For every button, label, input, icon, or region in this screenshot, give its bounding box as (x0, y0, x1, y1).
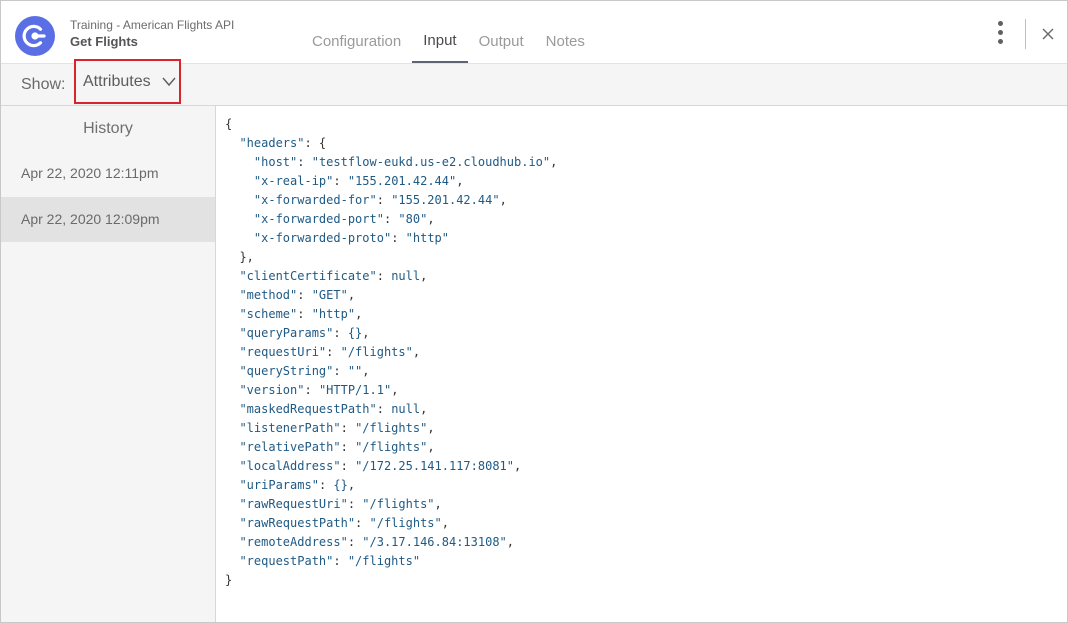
json-header-line: "x-forwarded-proto": "http" (253, 231, 449, 245)
json-field-line: "method": "GET", (239, 288, 356, 302)
close-icon[interactable] (1038, 24, 1058, 44)
json-open-brace: { (225, 117, 233, 131)
json-header-line: "x-real-ip": "155.201.42.44", (253, 174, 464, 188)
input-panel-window: Training - American Flights API Get Flig… (0, 0, 1068, 623)
json-field-line: "rawRequestUri": "/flights", (239, 497, 442, 511)
tab-configuration[interactable]: Configuration (301, 21, 412, 63)
history-sidebar: History Apr 22, 2020 12:11pm Apr 22, 202… (1, 106, 216, 622)
json-headers-key: "headers": { (239, 136, 327, 150)
json-field-line: "requestPath": "/flights" (239, 554, 421, 568)
show-dropdown[interactable]: Attributes (74, 59, 181, 104)
json-headers-close: }, (225, 250, 254, 264)
kebab-menu-icon[interactable] (993, 21, 1007, 47)
history-title: History (83, 120, 133, 137)
json-close-brace: } (225, 573, 233, 587)
json-field-line: "version": "HTTP/1.1", (239, 383, 399, 397)
json-field-line: "relativePath": "/flights", (239, 440, 435, 454)
json-field-line: "requestUri": "/flights", (239, 345, 421, 359)
json-field-line: "localAddress": "/172.25.141.117:8081", (239, 459, 522, 473)
json-field-line: "scheme": "http", (239, 307, 363, 321)
divider (1025, 19, 1026, 49)
history-item[interactable]: Apr 22, 2020 12:11pm (1, 151, 215, 196)
header: Training - American Flights API Get Flig… (1, 1, 1067, 63)
json-viewer: { "headers": { "host": "testflow-eukd.us… (217, 106, 1067, 622)
tab-notes[interactable]: Notes (535, 21, 596, 63)
json-field-line: "maskedRequestPath": null, (239, 402, 428, 416)
tab-output[interactable]: Output (468, 21, 535, 63)
mulesoft-connector-icon (15, 16, 55, 56)
json-field-line: "queryParams": {}, (239, 326, 370, 340)
app-title: Get Flights (70, 34, 138, 49)
json-header-line: "host": "testflow-eukd.us-e2.cloudhub.io… (253, 155, 558, 169)
json-content: { "headers": { "host": "testflow-eukd.us… (225, 115, 557, 590)
tab-bar: Configuration Input Output Notes (301, 21, 596, 63)
chevron-down-icon (162, 75, 176, 93)
json-field-line: "remoteAddress": "/3.17.146.84:13108", (239, 535, 515, 549)
app-subtitle: Training - American Flights API (70, 18, 235, 32)
show-label: Show: (21, 76, 66, 93)
json-field-line: "uriParams": {}, (239, 478, 356, 492)
json-field-line: "listenerPath": "/flights", (239, 421, 435, 435)
json-header-line: "x-forwarded-for": "155.201.42.44", (253, 193, 507, 207)
json-field-line: "rawRequestPath": "/flights", (239, 516, 449, 530)
json-field-line: "clientCertificate": null, (239, 269, 428, 283)
history-item-selected[interactable]: Apr 22, 2020 12:09pm (1, 197, 215, 242)
json-field-line: "queryString": "", (239, 364, 370, 378)
show-dropdown-value: Attributes (83, 73, 151, 90)
json-header-line: "x-forwarded-port": "80", (253, 212, 435, 226)
tab-input[interactable]: Input (412, 21, 468, 63)
